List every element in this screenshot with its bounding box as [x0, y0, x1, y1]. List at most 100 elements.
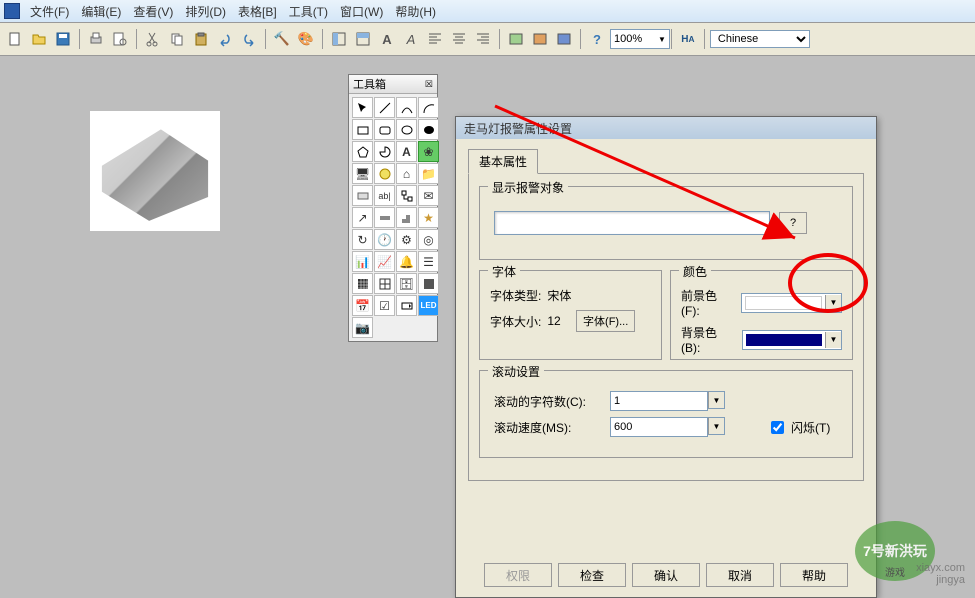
photo-icon[interactable]: 📷	[352, 317, 373, 338]
alarm-object-input[interactable]	[494, 211, 770, 235]
led-icon[interactable]: LED	[418, 295, 439, 316]
calendar-icon[interactable]: 📅	[352, 295, 373, 316]
polygon-icon[interactable]	[352, 141, 373, 162]
canvas-area: 工具箱☒ A ❀ 🖥 ⌂ 📁 ab| ✉ ↗ ★ ↻ 🕐 ⚙ ◎ 📊 📈 🔔 ☰…	[0, 56, 975, 596]
menu-window[interactable]: 窗口(W)	[334, 3, 389, 20]
ha-icon[interactable]: HA	[677, 28, 699, 50]
filled-ellipse-icon[interactable]	[418, 119, 439, 140]
menu-view[interactable]: 查看(V)	[127, 3, 179, 20]
pipe-icon[interactable]	[374, 207, 395, 228]
tab-basic[interactable]: 基本属性	[468, 149, 538, 174]
clock-icon[interactable]: 🕐	[374, 229, 395, 250]
align-left-icon[interactable]	[424, 28, 446, 50]
font-button[interactable]: 字体(F)...	[576, 310, 635, 332]
bg-color-select[interactable]: ▼	[742, 330, 842, 350]
flash-checkbox[interactable]: 闪烁(T)	[767, 418, 830, 437]
monitor-icon[interactable]: 🖥	[352, 163, 373, 184]
button-icon[interactable]	[352, 185, 373, 206]
redo-icon[interactable]	[238, 28, 260, 50]
cut-icon[interactable]	[142, 28, 164, 50]
menu-file[interactable]: 文件(F)	[24, 3, 75, 20]
scroll-chars-select[interactable]	[610, 391, 708, 411]
home-icon[interactable]: ⌂	[396, 163, 417, 184]
palette-icon[interactable]: 🎨	[295, 28, 317, 50]
refresh-icon[interactable]: ↻	[352, 229, 373, 250]
svg-text:游戏: 游戏	[885, 566, 905, 579]
close-icon[interactable]: ☒	[425, 79, 433, 90]
property-dialog: 走马灯报警属性设置 基本属性 显示报警对象 ? 字体 字体类型:宋体 字体大小:…	[455, 116, 877, 598]
image2-icon[interactable]	[529, 28, 551, 50]
app-icon	[4, 3, 20, 19]
font-a2-icon[interactable]: A	[400, 28, 422, 50]
undo-icon[interactable]	[214, 28, 236, 50]
curve-icon[interactable]	[396, 97, 417, 118]
language-select[interactable]: Chinese	[710, 30, 810, 48]
help-icon[interactable]: ?	[586, 28, 608, 50]
target-icon[interactable]: ◎	[418, 229, 439, 250]
grid3-icon[interactable]	[418, 273, 439, 294]
cancel-button[interactable]: 取消	[706, 563, 774, 587]
image3-icon[interactable]	[553, 28, 575, 50]
alarm-group: 显示报警对象 ?	[479, 186, 853, 260]
font-group: 字体 字体类型:宋体 字体大小:12 字体(F)...	[479, 270, 662, 360]
check-button[interactable]: 检查	[558, 563, 626, 587]
menu-table[interactable]: 表格[B]	[232, 3, 283, 20]
svg-text:7号新洪玩: 7号新洪玩	[863, 543, 927, 559]
folder-tool-icon[interactable]: 📁	[418, 163, 439, 184]
arrow-tool-icon[interactable]: ↗	[352, 207, 373, 228]
layout2-icon[interactable]	[352, 28, 374, 50]
copy-icon[interactable]	[166, 28, 188, 50]
pointer-icon[interactable]	[352, 97, 373, 118]
image1-icon[interactable]	[505, 28, 527, 50]
chart-icon[interactable]: 📊	[352, 251, 373, 272]
email-icon[interactable]: ✉	[418, 185, 439, 206]
print-preview-icon[interactable]	[109, 28, 131, 50]
open-icon[interactable]	[28, 28, 50, 50]
grid2-icon[interactable]	[374, 273, 395, 294]
dialog-titlebar: 走马灯报警属性设置	[456, 117, 876, 139]
ellipse-icon[interactable]	[396, 119, 417, 140]
combo-icon[interactable]	[396, 295, 417, 316]
arc-icon[interactable]	[418, 97, 439, 118]
ok-button[interactable]: 确认	[632, 563, 700, 587]
annotation-circle	[788, 253, 868, 313]
toolbox-panel[interactable]: 工具箱☒ A ❀ 🖥 ⌂ 📁 ab| ✉ ↗ ★ ↻ 🕐 ⚙ ◎ 📊 📈 🔔 ☰…	[348, 74, 438, 342]
checkbox-tool-icon[interactable]: ☑	[374, 295, 395, 316]
layout1-icon[interactable]	[328, 28, 350, 50]
font-a-icon[interactable]: A	[376, 28, 398, 50]
tree-icon[interactable]	[396, 185, 417, 206]
save-icon[interactable]	[52, 28, 74, 50]
new-icon[interactable]	[4, 28, 26, 50]
print-icon[interactable]	[85, 28, 107, 50]
align-right-icon[interactable]	[472, 28, 494, 50]
elbow-icon[interactable]	[396, 207, 417, 228]
color-tool-icon[interactable]: ❀	[418, 141, 439, 162]
obj1-icon[interactable]	[374, 163, 395, 184]
pie-icon[interactable]	[374, 141, 395, 162]
menu-tools[interactable]: 工具(T)	[283, 3, 334, 20]
bell-icon[interactable]: 🔔	[396, 251, 417, 272]
thumbnail-image	[90, 111, 220, 231]
watermark-text: xiayx.com jingya	[916, 562, 965, 586]
trend-icon[interactable]: 📈	[374, 251, 395, 272]
grid-icon[interactable]	[352, 273, 373, 294]
menu-edit[interactable]: 编辑(E)	[75, 3, 127, 20]
input-icon[interactable]: ab|	[374, 185, 395, 206]
browse-button[interactable]: ?	[779, 212, 807, 234]
menu-help[interactable]: 帮助(H)	[389, 3, 442, 20]
list-tool-icon[interactable]: ☰	[418, 251, 439, 272]
permission-button[interactable]: 权限	[484, 563, 552, 587]
hammer-icon[interactable]: 🔨	[271, 28, 293, 50]
gear-icon[interactable]: ⚙	[396, 229, 417, 250]
align-center-icon[interactable]	[448, 28, 470, 50]
star-icon[interactable]: ★	[418, 207, 439, 228]
roundrect-icon[interactable]	[374, 119, 395, 140]
db-icon[interactable]: 🗄	[396, 273, 417, 294]
paste-icon[interactable]	[190, 28, 212, 50]
rect-icon[interactable]	[352, 119, 373, 140]
scroll-speed-select[interactable]	[610, 417, 708, 437]
line-icon[interactable]	[374, 97, 395, 118]
menu-arrange[interactable]: 排列(D)	[179, 3, 232, 20]
toolbox-titlebar: 工具箱☒	[349, 75, 437, 94]
text-icon[interactable]: A	[396, 141, 417, 162]
